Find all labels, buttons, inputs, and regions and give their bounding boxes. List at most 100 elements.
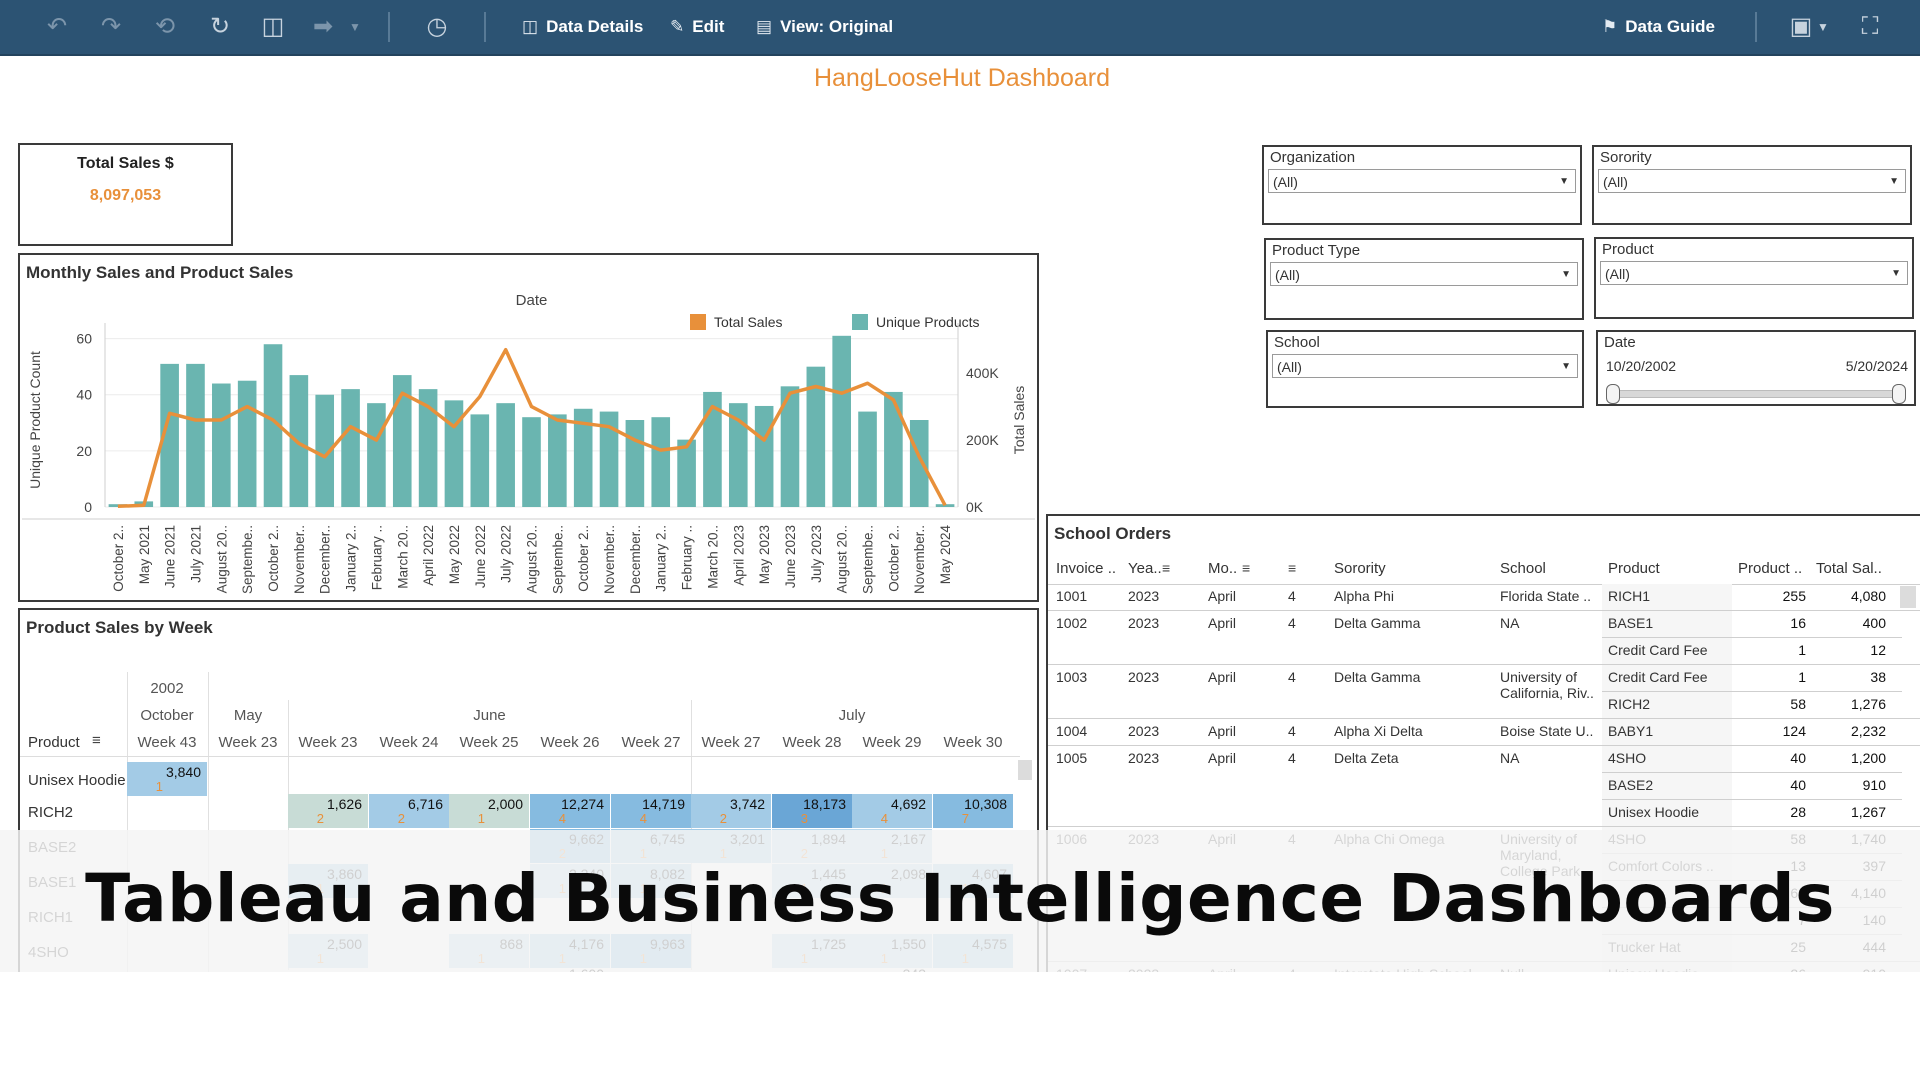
bar-unique-products — [522, 417, 541, 507]
x-tick-label: November.. — [292, 525, 307, 594]
total-sales-cell: 1,276 — [1850, 696, 1886, 712]
legend-label-total-sales: Total Sales — [714, 314, 782, 330]
month-num-cell: 4 — [1288, 588, 1296, 604]
date-slider-end-handle[interactable] — [1892, 384, 1906, 404]
product-type-dropdown[interactable]: (All) ▼ — [1270, 262, 1578, 286]
data-guide-button[interactable]: ⚑ Data Guide — [1602, 12, 1715, 42]
school-cell: Boise State U.. — [1500, 723, 1594, 739]
month-cell: April — [1208, 669, 1237, 685]
cell-value: 10,308 — [964, 796, 1007, 812]
x-tick-label: May 2024 — [938, 525, 953, 585]
filter-organization[interactable]: Organization (All) ▼ — [1262, 145, 1582, 225]
bar-unique-products — [754, 405, 774, 507]
cell-value: 14,719 — [642, 796, 685, 812]
pause-updates-icon[interactable]: ◫ — [258, 12, 288, 42]
school-dropdown[interactable]: (All) ▼ — [1272, 354, 1578, 378]
product-cell: BASE2 — [1608, 777, 1654, 793]
date-end: 5/20/2024 — [1845, 358, 1908, 374]
sort-icon[interactable]: ≡ — [92, 732, 101, 749]
product-qty-cell: 40 — [1790, 777, 1806, 793]
sort-icon[interactable]: ≡ — [1288, 560, 1296, 576]
row-line — [1048, 664, 1920, 665]
x-tick-label: May 2022 — [447, 525, 462, 584]
sorority-dropdown[interactable]: (All) ▼ — [1598, 169, 1906, 193]
dropdown-arrow-icon: ▼ — [1891, 268, 1901, 279]
bar-unique-products — [237, 380, 257, 507]
month-num-cell: 4 — [1288, 750, 1296, 766]
toolbar: ↶ ↷ ⟲ ↻ ◫ ➡ ▼ ◷ ◫ Data Details ✎ Edit ▤ Vie… — [0, 0, 1920, 56]
week-header: Week 29 — [862, 734, 922, 751]
monthly-sales-panel: Monthly Sales and Product Sales Date Uniq… — [18, 253, 1039, 602]
sort-icon[interactable]: ≡ — [1162, 560, 1170, 576]
legend-swatch-unique-products — [852, 314, 868, 330]
scrollbar[interactable] — [1900, 586, 1916, 608]
total-sales-cell: 12 — [1870, 642, 1886, 658]
x-tick-label: January 2.. — [654, 525, 669, 592]
y-axis-title: Unique Product Count — [27, 351, 43, 489]
week-header: Week 24 — [379, 734, 439, 751]
share-icon[interactable]: ➡ — [308, 12, 338, 42]
undo-icon[interactable]: ↶ — [42, 12, 72, 42]
edit-icon: ✎ — [670, 17, 685, 36]
sort-icon[interactable]: ≡ — [1242, 560, 1250, 576]
legend-label-unique-products: Unique Products — [876, 314, 980, 330]
x-tick-label: May 2021 — [137, 525, 152, 584]
revert-icon[interactable]: ⟲ — [150, 12, 180, 42]
column-header[interactable]: Product — [1608, 560, 1660, 577]
bar-unique-products — [444, 400, 464, 507]
filter-product[interactable]: Product (All) ▼ — [1594, 237, 1914, 319]
cell-count: 1 — [155, 779, 163, 794]
column-header[interactable]: Mo.. — [1208, 560, 1237, 577]
toolbar-divider — [1755, 12, 1757, 42]
product-dropdown[interactable]: (All) ▼ — [1600, 261, 1908, 285]
total-sales-kpi[interactable]: Total Sales $ 8,097,053 — [18, 143, 233, 246]
edit-button[interactable]: ✎ Edit — [670, 12, 724, 42]
chevron-down-icon[interactable]: ▼ — [340, 12, 370, 42]
column-header[interactable]: Sorority — [1334, 560, 1386, 577]
bar-unique-products — [367, 403, 386, 507]
column-header[interactable]: Yea.. — [1128, 560, 1162, 577]
performance-icon[interactable]: ◷ — [422, 12, 452, 42]
filter-product-type[interactable]: Product Type (All) ▼ — [1264, 238, 1584, 320]
column-header[interactable]: Total Sal.. — [1816, 560, 1882, 577]
filter-school[interactable]: School (All) ▼ — [1266, 330, 1584, 408]
view-button[interactable]: ▤ View: Original — [756, 12, 893, 42]
filter-sorority[interactable]: Sorority (All) ▼ — [1592, 145, 1912, 225]
row-line — [1048, 826, 1920, 827]
cell-count: 7 — [961, 811, 969, 826]
x-tick-label: December.. — [628, 525, 643, 594]
x-tick-label: August 20.. — [835, 525, 850, 593]
scrollbar[interactable] — [1018, 760, 1032, 780]
dropdown-value: (All) — [1603, 174, 1628, 190]
dropdown-value: (All) — [1605, 266, 1630, 282]
date-slider-start-handle[interactable] — [1606, 384, 1620, 404]
week-header: Week 25 — [459, 734, 519, 751]
refresh-data-icon[interactable]: ↻ — [205, 12, 235, 42]
fullscreen-icon[interactable]: ⛶ — [1855, 12, 1885, 42]
chevron-down-icon[interactable]: ▼ — [1808, 12, 1838, 42]
x-tick-label: March 20.. — [705, 525, 720, 589]
date-slider-track[interactable] — [1610, 390, 1902, 398]
cell-value: 3,742 — [729, 796, 765, 812]
organization-dropdown[interactable]: (All) ▼ — [1268, 169, 1576, 193]
redo-icon[interactable]: ↷ — [96, 12, 126, 42]
header-bottom-line — [20, 756, 1020, 757]
view-label: View: Original — [780, 17, 894, 36]
column-header[interactable]: School — [1500, 560, 1546, 577]
cell-count: 2 — [316, 811, 324, 826]
sorority-cell: Alpha Phi — [1334, 588, 1394, 604]
column-header[interactable]: Product .. — [1738, 560, 1802, 577]
filter-date[interactable]: Date 10/20/2002 5/20/2024 — [1596, 330, 1916, 406]
dropdown-arrow-icon: ▼ — [1559, 176, 1569, 187]
legend-swatch-total-sales — [690, 314, 706, 330]
monthly-sales-chart[interactable]: Date Unique Product Count Total Sales Total… — [20, 255, 1037, 600]
header-line — [1048, 584, 1920, 585]
month-cell: April — [1208, 723, 1237, 739]
product-column-header: Product — [28, 734, 80, 751]
week-header: Week 28 — [782, 734, 842, 751]
data-details-button[interactable]: ◫ Data Details — [522, 12, 643, 42]
sorority-cell: Delta Zeta — [1334, 750, 1399, 766]
x-tick-label: May 2023 — [757, 525, 772, 584]
bar-unique-products — [677, 439, 696, 507]
column-header[interactable]: Invoice .. — [1056, 560, 1116, 577]
